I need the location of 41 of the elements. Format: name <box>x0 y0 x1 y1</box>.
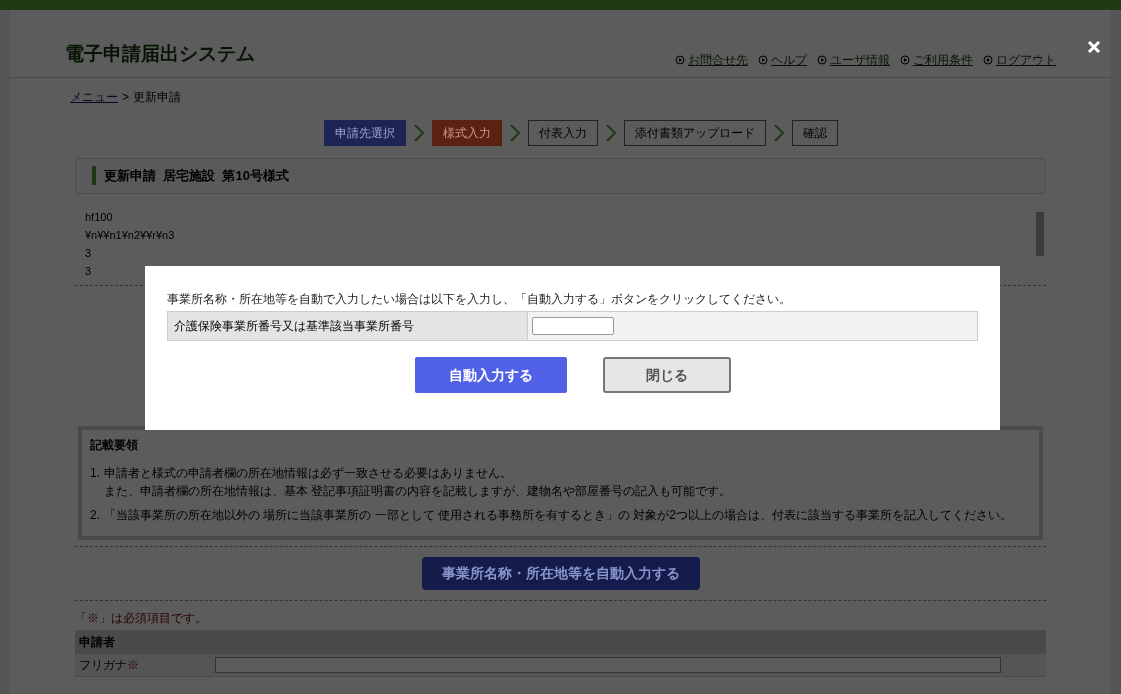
header-link[interactable]: お問合せ先 <box>675 50 748 69</box>
chevron-right-icon <box>773 123 784 142</box>
text-line: 3 <box>85 245 92 261</box>
step-label: 添付書類アップロード <box>623 119 766 146</box>
close-button[interactable]: 閉じる <box>602 357 731 393</box>
breadcrumb-current: 更新申請 <box>133 88 181 106</box>
office-number-input[interactable] <box>532 317 614 335</box>
chevron-right-icon <box>413 123 424 142</box>
chevron-right-icon <box>509 123 520 142</box>
text-line: 3 <box>85 263 92 279</box>
note-number: 1. <box>90 464 100 482</box>
note-number: 2. <box>90 506 100 524</box>
text-input[interactable] <box>215 656 1001 673</box>
text-line: hf100 <box>85 209 113 225</box>
field-label: フリガナ※ <box>78 656 140 674</box>
header-link[interactable]: ご利用条件 <box>900 50 973 69</box>
required-note: 「※」は必須項目です。 <box>75 609 207 627</box>
note-text: また、申請者欄の所在地情報は、基本 登記事項証明書の内容を記載しますが、建物名や部屋番号の記入も可能です。 <box>104 482 732 500</box>
text-line: ¥n¥¥n1¥n2¥¥r¥n3 <box>85 227 175 243</box>
step-label: 申請先選択 <box>323 119 406 146</box>
step-label: 様式入力 <box>431 119 502 146</box>
header-link[interactable]: ユーザ情報 <box>817 50 890 69</box>
header-link[interactable]: ログアウト <box>983 50 1056 69</box>
auto-fill-button[interactable]: 事業所名称・所在地等を自動入力する <box>421 556 700 590</box>
note-text: 申請者と様式の申請者欄の所在地情報は必ず一致させる必要はありません。 <box>104 464 513 482</box>
step-label: 付表入力 <box>527 119 598 146</box>
step-label: 確認 <box>791 119 838 146</box>
notes-heading: 記載要領 <box>90 436 138 454</box>
scrollbar-thumb[interactable] <box>1036 211 1044 256</box>
site-title: 電子申請届出システム <box>65 42 255 66</box>
close-icon[interactable] <box>1087 40 1101 54</box>
breadcrumb-link[interactable]: メニュー <box>70 87 118 106</box>
section-header: 申請者 <box>75 629 1046 654</box>
breadcrumb-separator: > <box>122 88 129 106</box>
chevron-right-icon <box>605 123 616 142</box>
form-title: 更新申請 居宅施設 第10号様式 <box>92 165 289 186</box>
auto-input-button[interactable]: 自動入力する <box>414 357 567 393</box>
header-link[interactable]: ヘルプ <box>758 50 807 69</box>
modal-message: 事業所名称・所在地等を自動で入力したい場合は以下を入力し、「自動入力する」ボタンをクリックしてください。 <box>167 291 791 308</box>
field-label: 介護保険事業所番号又は基準該当事業所番号 <box>168 312 528 340</box>
note-text: 「当該事業所の所在地以外の 場所に当該事業所の 一部として 使用される事務所を有するとき」の 対象が2つ以上の場合は、付表に該当する事業所を記入してください。 <box>104 506 1013 524</box>
